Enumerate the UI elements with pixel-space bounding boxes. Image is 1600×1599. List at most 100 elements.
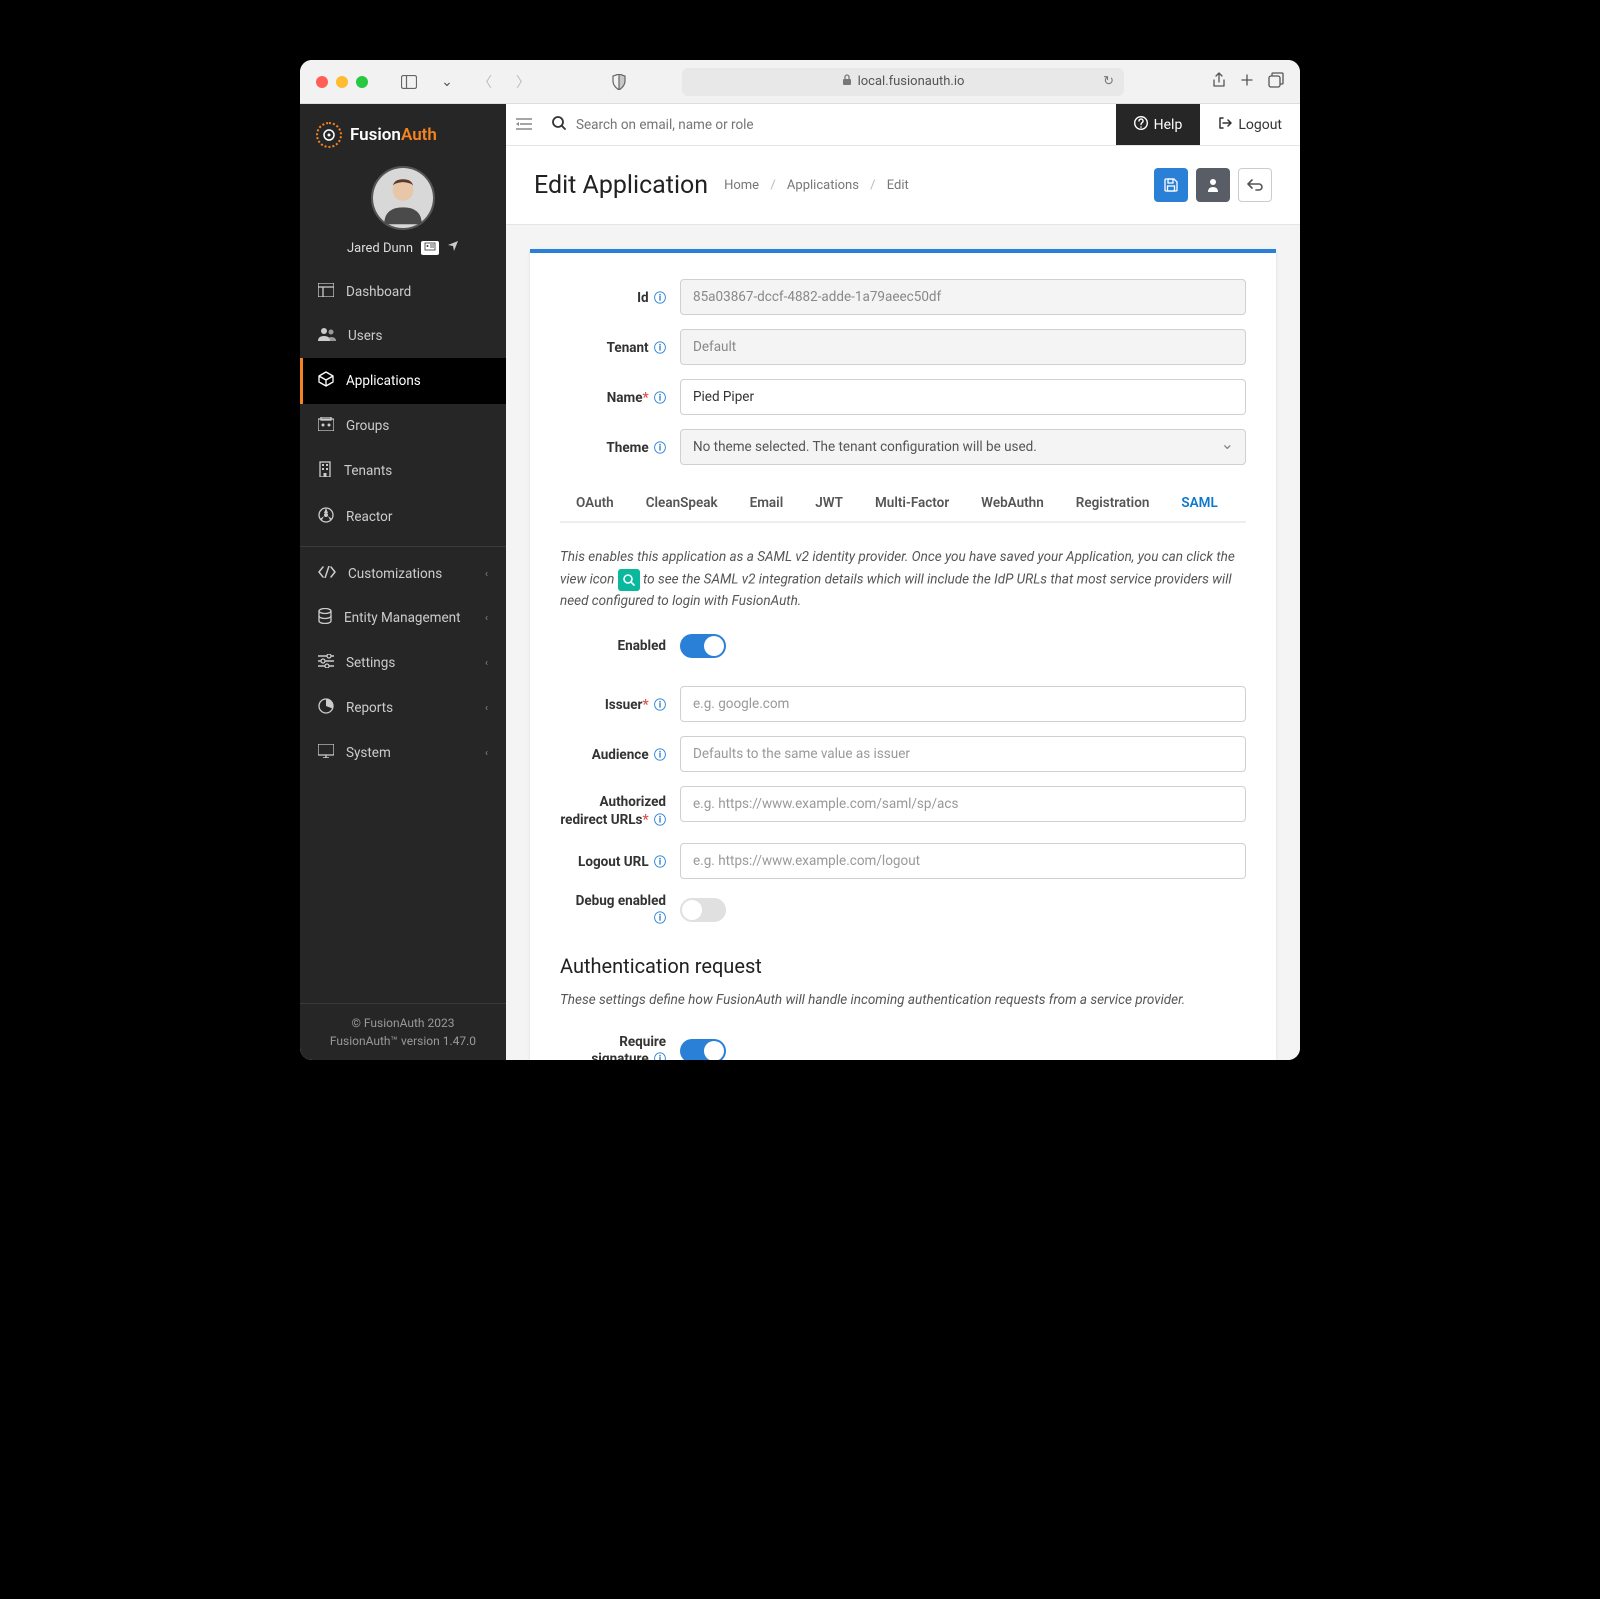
sidebar-item-label: Users <box>348 328 382 344</box>
name-field[interactable] <box>680 379 1246 415</box>
tab-registration[interactable]: Registration <box>1060 485 1166 523</box>
back-button[interactable] <box>1238 168 1272 202</box>
reload-icon[interactable]: ↻ <box>1103 74 1114 89</box>
info-icon[interactable]: ⓘ <box>654 748 666 762</box>
chevron-left-icon: ‹ <box>485 703 488 714</box>
sidebar-item-dashboard[interactable]: Dashboard <box>300 270 506 314</box>
info-icon[interactable]: ⓘ <box>654 441 666 455</box>
audience-field[interactable] <box>680 736 1246 772</box>
sidebar-item-label: Applications <box>346 373 421 389</box>
logout-icon <box>1218 116 1232 134</box>
nav-divider <box>300 546 506 547</box>
logout-button[interactable]: Logout <box>1200 104 1300 145</box>
window-close-button[interactable] <box>316 76 328 88</box>
form-row-name: Name* ⓘ <box>560 379 1246 415</box>
sidebar-item-users[interactable]: Users <box>300 314 506 358</box>
tab-saml[interactable]: SAML <box>1165 485 1233 523</box>
sidebar-item-tenants[interactable]: Tenants <box>300 448 506 494</box>
sidebar-item-groups[interactable]: Groups <box>300 404 506 448</box>
sidebar-item-label: Dashboard <box>346 284 411 300</box>
logo[interactable]: FusionAuth <box>300 104 506 158</box>
logo-text: FusionAuth <box>350 125 437 145</box>
form-row-audience: Audience ⓘ <box>560 736 1246 772</box>
info-icon[interactable]: ⓘ <box>654 698 666 712</box>
info-icon[interactable]: ⓘ <box>654 391 666 405</box>
tab-cleanspeak[interactable]: CleanSpeak <box>630 485 734 523</box>
require-signature-toggle[interactable] <box>680 1039 726 1060</box>
sidebar-item-system[interactable]: System ‹ <box>300 731 506 775</box>
info-icon[interactable]: ⓘ <box>654 1052 666 1060</box>
tab-email[interactable]: Email <box>734 485 800 523</box>
tabs: OAuth CleanSpeak Email JWT Multi-Factor … <box>560 485 1246 523</box>
share-icon[interactable] <box>1212 72 1226 92</box>
theme-select[interactable]: No theme selected. The tenant configurat… <box>680 429 1246 465</box>
info-icon[interactable]: ⓘ <box>654 291 666 305</box>
back-button[interactable]: 〈 <box>470 69 500 95</box>
url-bar[interactable]: local.fusionauth.io ↻ <box>682 68 1124 96</box>
tab-security[interactable]: Security <box>1234 485 1246 523</box>
logout-url-label: Logout URL ⓘ <box>560 853 680 870</box>
sidebar-item-applications[interactable]: Applications <box>300 358 506 404</box>
debug-toggle[interactable] <box>680 898 726 922</box>
audience-label: Audience ⓘ <box>560 746 680 763</box>
sidebar-item-settings[interactable]: Settings ‹ <box>300 641 506 685</box>
sidebar-item-customizations[interactable]: Customizations ‹ <box>300 553 506 595</box>
id-field <box>680 279 1246 315</box>
chevron-left-icon: ‹ <box>485 613 488 624</box>
reactor-icon <box>318 507 334 527</box>
window-minimize-button[interactable] <box>336 76 348 88</box>
form-row-logout: Logout URL ⓘ <box>560 843 1246 879</box>
user-profile[interactable]: Jared Dunn <box>300 158 506 270</box>
pie-chart-icon <box>318 698 334 718</box>
location-arrow-icon[interactable] <box>447 240 459 256</box>
form-row-require-signature: Require signature ⓘ <box>560 1034 1246 1060</box>
shield-icon[interactable] <box>604 69 634 95</box>
logout-url-field[interactable] <box>680 843 1246 879</box>
info-icon[interactable]: ⓘ <box>654 855 666 869</box>
tab-multi-factor[interactable]: Multi-Factor <box>859 485 965 523</box>
sidebar-toggle-icon[interactable] <box>394 69 424 95</box>
window-maximize-button[interactable] <box>356 76 368 88</box>
chevron-down-icon[interactable]: ⌄ <box>432 69 462 95</box>
sidebar-item-reports[interactable]: Reports ‹ <box>300 685 506 731</box>
traffic-lights <box>316 76 368 88</box>
sidebar-item-label: Entity Management <box>344 610 461 626</box>
save-button[interactable] <box>1154 168 1188 202</box>
help-button[interactable]: Help <box>1116 104 1201 145</box>
new-tab-icon[interactable] <box>1240 72 1254 92</box>
enabled-toggle[interactable] <box>680 634 726 658</box>
tab-jwt[interactable]: JWT <box>799 485 859 523</box>
breadcrumb: Home / Applications / Edit <box>724 178 909 193</box>
sidebar-item-reactor[interactable]: Reactor <box>300 494 506 540</box>
issuer-field[interactable] <box>680 686 1246 722</box>
redirect-field[interactable] <box>680 786 1246 822</box>
breadcrumb-applications[interactable]: Applications <box>787 178 859 193</box>
sidebar-item-label: Reports <box>346 700 393 716</box>
tab-webauthn[interactable]: WebAuthn <box>965 485 1060 523</box>
header-actions <box>1154 168 1272 202</box>
building-icon <box>318 461 332 481</box>
tab-oauth[interactable]: OAuth <box>560 485 630 523</box>
avatar <box>371 166 435 230</box>
sidebar-item-entity-management[interactable]: Entity Management ‹ <box>300 595 506 641</box>
logout-label: Logout <box>1238 117 1282 133</box>
manage-roles-button[interactable] <box>1196 168 1230 202</box>
info-icon[interactable]: ⓘ <box>654 341 666 355</box>
issuer-label: Issuer* ⓘ <box>560 696 680 713</box>
tabs-icon[interactable] <box>1268 72 1284 92</box>
collapse-sidebar-icon[interactable] <box>506 115 542 134</box>
auth-request-description: These settings define how FusionAuth wil… <box>560 990 1246 1012</box>
info-icon[interactable]: ⓘ <box>654 911 666 925</box>
search-input[interactable] <box>576 117 1106 133</box>
breadcrumb-home[interactable]: Home <box>724 178 759 193</box>
browser-actions <box>1212 72 1284 92</box>
info-icon[interactable]: ⓘ <box>654 813 666 827</box>
form-panel: Id ⓘ Tenant ⓘ Name* ⓘ Theme ⓘ <box>530 249 1276 1060</box>
main: Help Logout Edit Application Home / Appl… <box>506 104 1300 1060</box>
theme-label: Theme ⓘ <box>560 439 680 456</box>
forward-button[interactable]: 〉 <box>508 69 538 95</box>
form-row-debug: Debug enabled ⓘ <box>560 893 1246 926</box>
saml-description: This enables this application as a SAML … <box>560 547 1246 612</box>
form-row-theme: Theme ⓘ No theme selected. The tenant co… <box>560 429 1246 465</box>
search-icon <box>552 115 566 134</box>
